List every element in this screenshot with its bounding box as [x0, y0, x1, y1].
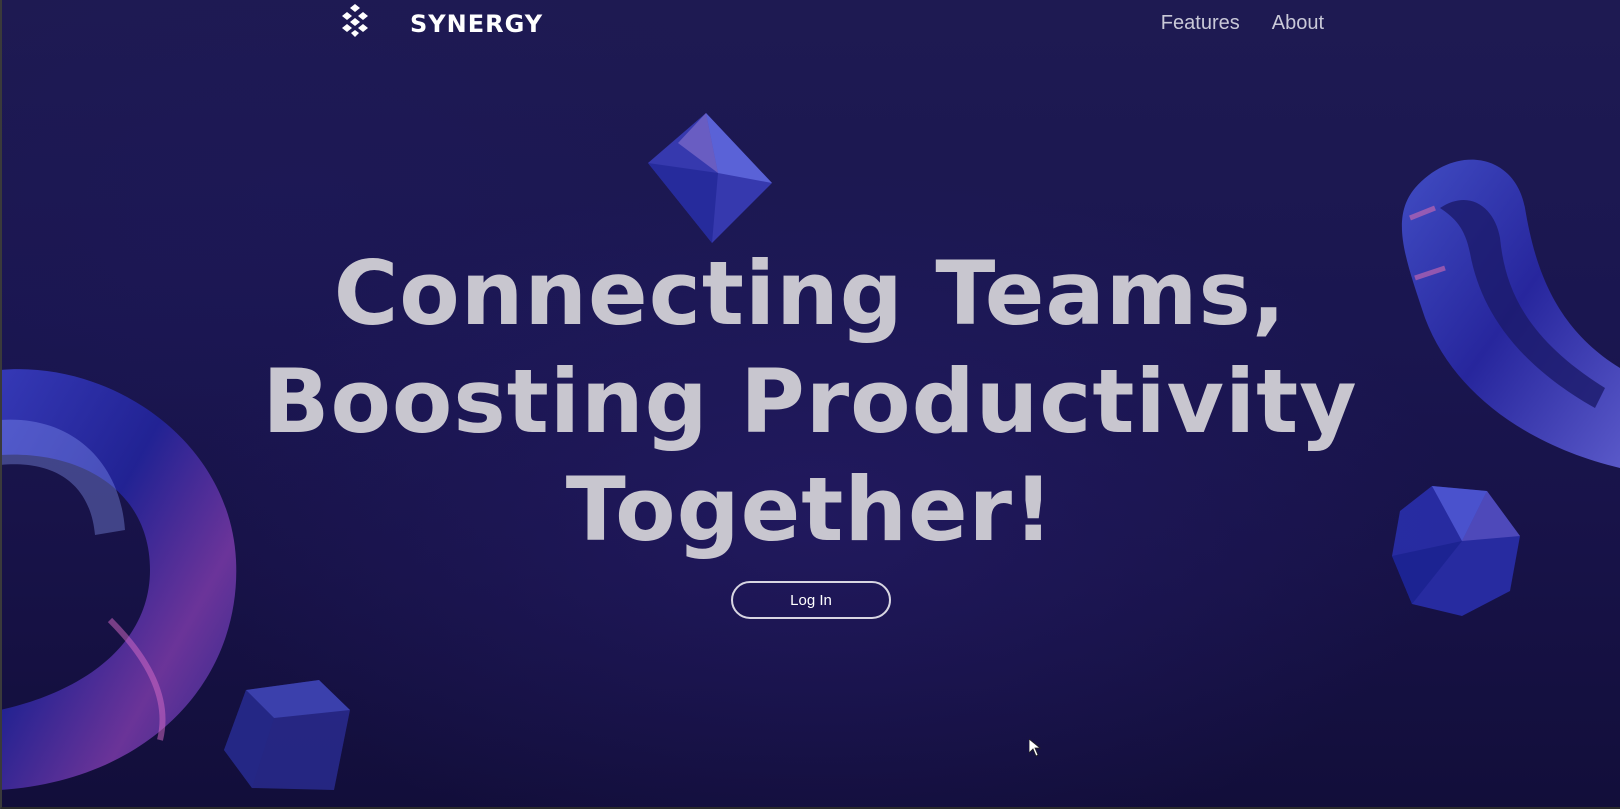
hero-headline-line-3: Together!	[565, 458, 1055, 561]
synergy-logo-icon[interactable]	[338, 2, 372, 38]
decorative-octahedron-top	[648, 113, 772, 243]
nav-links: Features About	[1161, 12, 1324, 35]
brand-name[interactable]: SYNERGY	[410, 10, 543, 38]
login-button[interactable]: Log In	[731, 581, 891, 619]
nav-link-features[interactable]: Features	[1161, 12, 1240, 35]
hero-headline-line-2: Boosting Productivity	[262, 350, 1358, 453]
top-navbar: SYNERGY Features About	[0, 0, 1620, 50]
mouse-pointer-icon	[1029, 739, 1041, 757]
hero-headline-line-1: Connecting Teams,	[333, 242, 1287, 345]
decorative-cube-bottom	[224, 680, 350, 790]
nav-link-about[interactable]: About	[1272, 12, 1324, 35]
hero-section: Connecting Teams, Boosting Productivity …	[0, 240, 1620, 564]
hero-headline: Connecting Teams, Boosting Productivity …	[0, 240, 1620, 564]
landing-page: SYNERGY Features About Connecting Teams,…	[0, 0, 1620, 809]
